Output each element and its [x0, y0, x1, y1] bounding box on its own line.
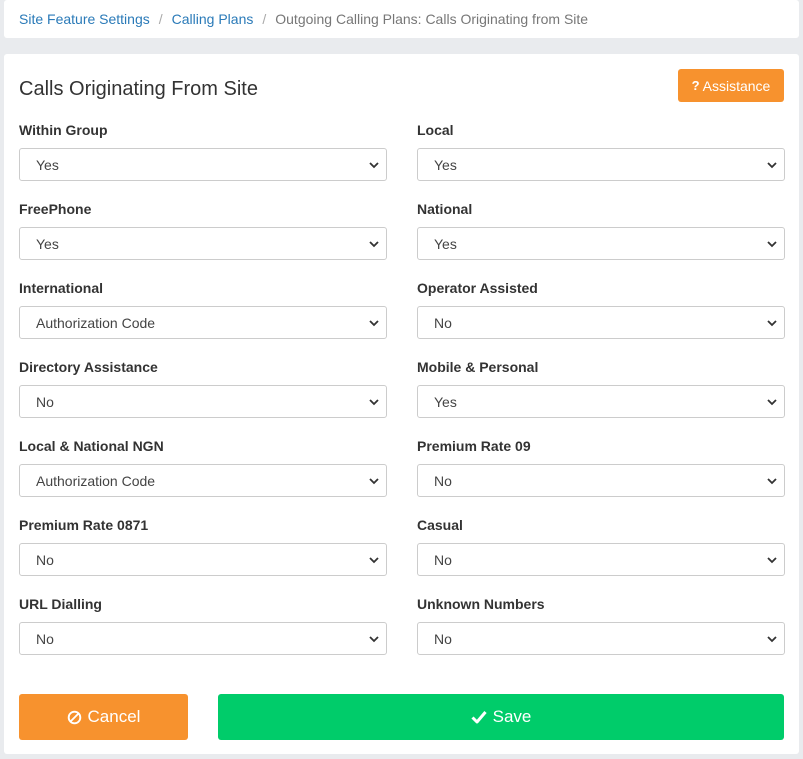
select-url-dialling[interactable]: No [19, 622, 387, 655]
field-label-directory-assistance: Directory Assistance [19, 359, 158, 375]
page-title: Calls Originating From Site [19, 78, 258, 100]
select-mobile-and-personal[interactable]: Yes [417, 385, 785, 418]
field-freephone: FreePhone Yes [19, 201, 387, 260]
field-label-operator-assisted: Operator Assisted [417, 280, 538, 296]
select-local-and-national-ngn[interactable]: Authorization Code [19, 464, 387, 497]
select-value: No [434, 551, 452, 568]
field-operator-assisted: Operator Assisted No [417, 280, 785, 339]
select-value: Yes [434, 235, 457, 252]
ban-icon [67, 710, 81, 724]
field-label-casual: Casual [417, 517, 463, 533]
field-national: National Yes [417, 201, 785, 260]
select-value: No [36, 551, 54, 568]
save-button[interactable]: Save [218, 694, 784, 740]
breadcrumb: Site Feature Settings / Calling Plans / … [4, 0, 799, 38]
select-international[interactable]: Authorization Code [19, 306, 387, 339]
field-mobile-and-personal: Mobile & Personal Yes [417, 359, 785, 418]
assistance-label: Assistance [702, 77, 771, 94]
chevron-down-icon [369, 635, 379, 642]
select-casual[interactable]: No [417, 543, 785, 576]
chevron-down-icon [369, 319, 379, 326]
select-value: No [434, 314, 452, 331]
select-directory-assistance[interactable]: No [19, 385, 387, 418]
chevron-down-icon [767, 319, 777, 326]
select-value: Yes [434, 393, 457, 410]
field-label-local: Local [417, 122, 454, 138]
select-value: Authorization Code [36, 314, 156, 331]
field-label-international: International [19, 280, 104, 296]
breadcrumb-separator: / [262, 11, 267, 27]
field-label-url-dialling: URL Dialling [19, 596, 102, 612]
chevron-down-icon [369, 556, 379, 563]
select-value: No [36, 630, 54, 647]
select-value: Authorization Code [36, 472, 156, 489]
select-national[interactable]: Yes [417, 227, 785, 260]
field-premium-rate-09: Premium Rate 09 No [417, 438, 785, 497]
breadcrumb-site-feature-settings[interactable]: Site Feature Settings [19, 11, 150, 27]
field-local-and-national-ngn: Local & National NGN Authorization Code [19, 438, 387, 497]
field-label-within-group: Within Group [19, 122, 108, 138]
question-icon: ? [691, 78, 700, 93]
select-value: Yes [36, 156, 59, 173]
chevron-down-icon [767, 240, 777, 247]
select-within-group[interactable]: Yes [19, 148, 387, 181]
field-url-dialling: URL Dialling No [19, 596, 387, 655]
field-label-local-and-national-ngn: Local & National NGN [19, 438, 164, 454]
select-premium-rate-0871[interactable]: No [19, 543, 387, 576]
chevron-down-icon [369, 398, 379, 405]
field-directory-assistance: Directory Assistance No [19, 359, 387, 418]
field-label-national: National [417, 201, 473, 217]
select-value: Yes [434, 156, 457, 173]
field-within-group: Within Group Yes [19, 122, 387, 181]
select-value: No [434, 630, 452, 647]
chevron-down-icon [767, 477, 777, 484]
select-premium-rate-09[interactable]: No [417, 464, 785, 497]
chevron-down-icon [369, 477, 379, 484]
cancel-label: Cancel [87, 707, 141, 726]
field-label-unknown-numbers: Unknown Numbers [417, 596, 545, 612]
chevron-down-icon [767, 398, 777, 405]
select-operator-assisted[interactable]: No [417, 306, 785, 339]
select-freephone[interactable]: Yes [19, 227, 387, 260]
chevron-down-icon [369, 240, 379, 247]
chevron-down-icon [767, 635, 777, 642]
breadcrumb-calling-plans[interactable]: Calling Plans [172, 11, 254, 27]
field-local: Local Yes [417, 122, 785, 181]
chevron-down-icon [767, 161, 777, 168]
field-international: International Authorization Code [19, 280, 387, 339]
breadcrumb-separator: / [158, 11, 163, 27]
chevron-down-icon [767, 556, 777, 563]
select-value: No [36, 393, 54, 410]
field-label-freephone: FreePhone [19, 201, 92, 217]
check-icon [471, 711, 487, 724]
select-unknown-numbers[interactable]: No [417, 622, 785, 655]
field-unknown-numbers: Unknown Numbers No [417, 596, 785, 655]
save-label: Save [492, 707, 532, 726]
field-label-premium-rate-09: Premium Rate 09 [417, 438, 531, 454]
field-casual: Casual No [417, 517, 785, 576]
field-label-premium-rate-0871: Premium Rate 0871 [19, 517, 149, 533]
assistance-button[interactable]: ? Assistance [678, 69, 784, 102]
select-value: Yes [36, 235, 59, 252]
cancel-button[interactable]: Cancel [19, 694, 188, 740]
field-premium-rate-0871: Premium Rate 0871 No [19, 517, 387, 576]
chevron-down-icon [369, 161, 379, 168]
field-label-mobile-and-personal: Mobile & Personal [417, 359, 539, 375]
select-local[interactable]: Yes [417, 148, 785, 181]
breadcrumb-current: Outgoing Calling Plans: Calls Originatin… [275, 11, 589, 27]
select-value: No [434, 472, 452, 489]
calling-plan-panel: Calls Originating From Site ? Assistance… [4, 54, 799, 754]
